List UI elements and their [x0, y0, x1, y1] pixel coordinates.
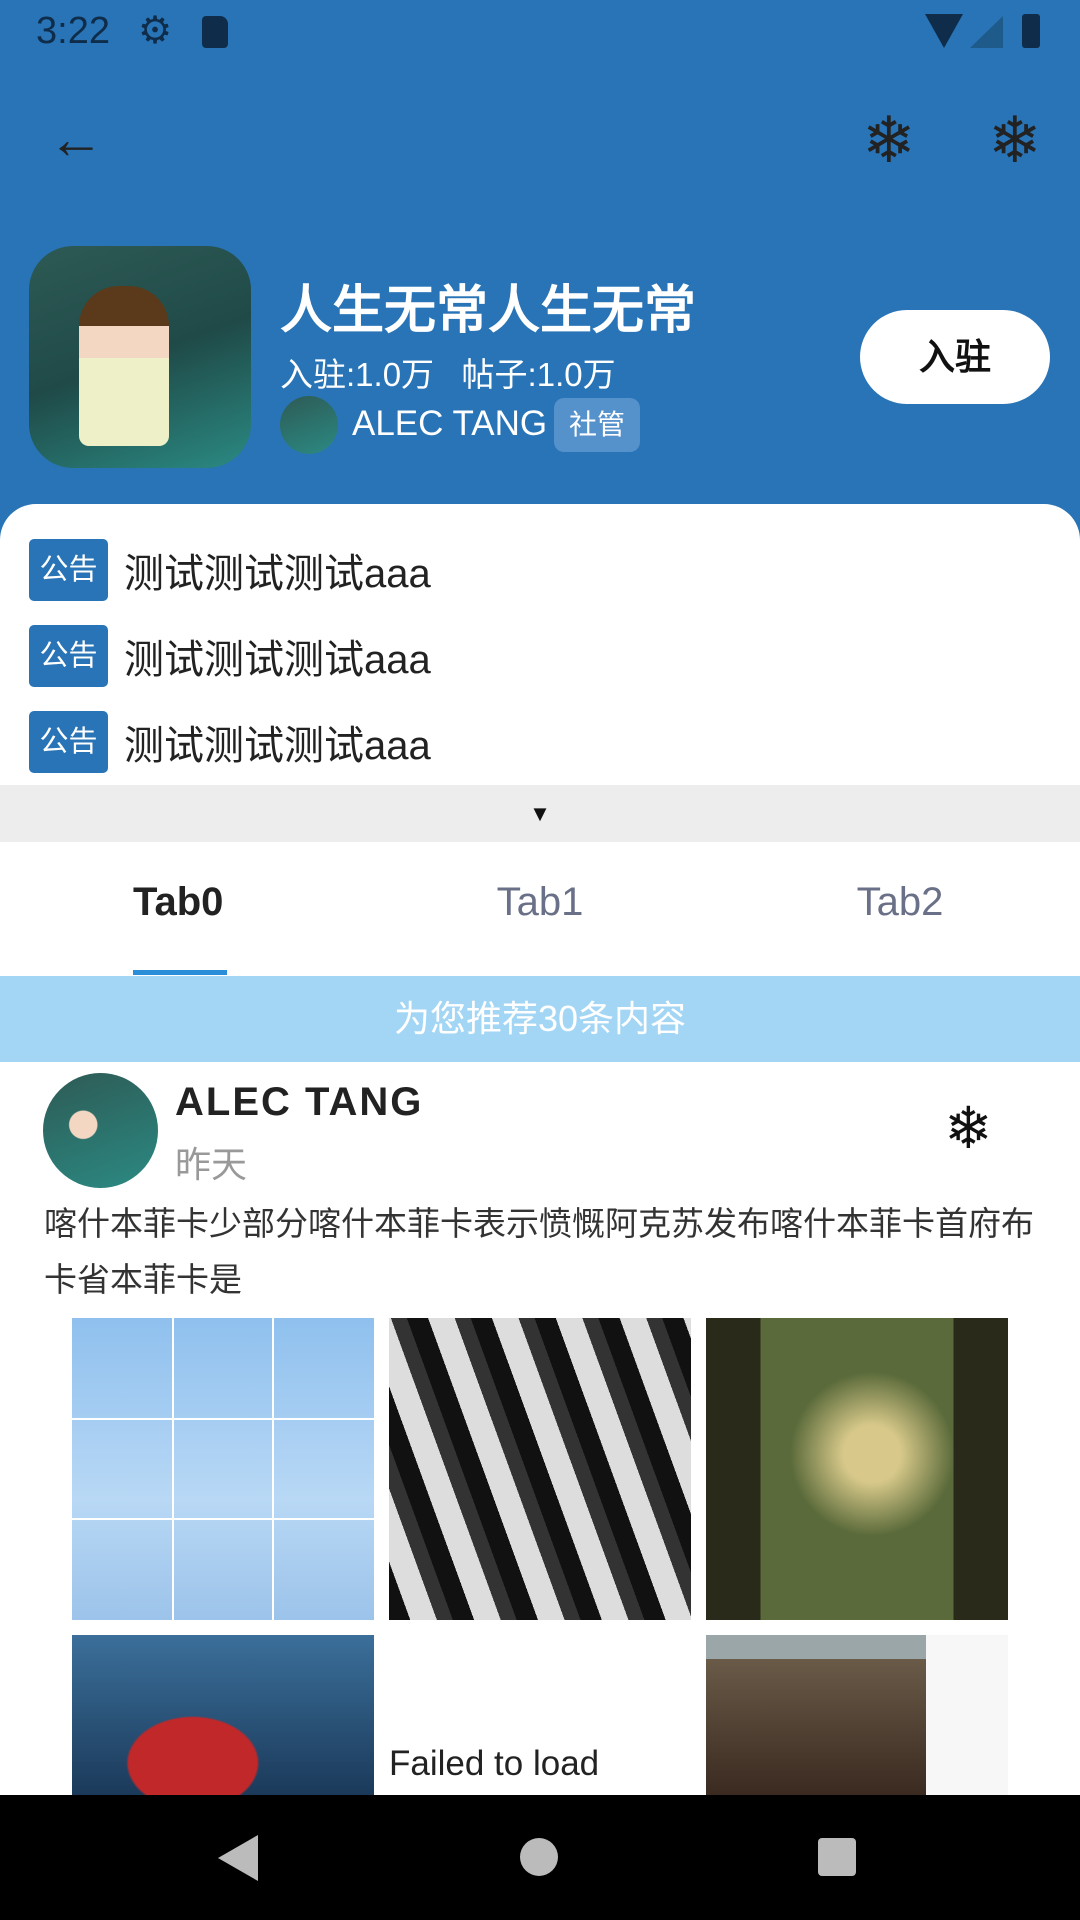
post-image[interactable] [706, 1635, 926, 1795]
owner-name[interactable]: ALEC TANG [352, 404, 547, 444]
expand-notices-button[interactable]: ▼ [0, 785, 1080, 842]
nav-home-icon[interactable] [520, 1838, 558, 1876]
notice-badge: 公告 [29, 711, 108, 773]
snowflake-icon[interactable]: ❄ [988, 108, 1042, 172]
post-text: 喀什本菲卡少部分喀什本菲卡表示愤慨阿克苏发布喀什本菲卡首府布卡省本菲卡是 [44, 1205, 1034, 1298]
back-arrow-icon[interactable]: ← [48, 106, 104, 171]
caret-down-icon: ▼ [529, 801, 551, 826]
community-title: 人生无常人生无常 [280, 282, 697, 340]
post-author-avatar[interactable] [43, 1073, 158, 1188]
notice-text: 测试测试测试aaa [124, 552, 431, 596]
tab-2[interactable]: Tab2 [720, 880, 1080, 925]
notice-text: 测试测试测试aaa [124, 638, 431, 682]
recommend-banner: 为您推荐30条内容 [0, 976, 1080, 1062]
owner-role-badge: 社管 [554, 398, 640, 452]
tab-indicator [133, 970, 227, 975]
post-image[interactable] [72, 1635, 374, 1795]
notice-item[interactable]: 公告 测试测试测试aaa [29, 625, 431, 687]
owner-avatar[interactable] [280, 396, 338, 454]
community-avatar [29, 246, 251, 468]
post-time: 昨天 [175, 1144, 248, 1185]
post-image[interactable] [389, 1318, 691, 1620]
notice-badge: 公告 [29, 625, 108, 687]
notice-badge: 公告 [29, 539, 108, 601]
tab-1[interactable]: Tab1 [360, 880, 720, 925]
tab-0[interactable]: Tab0 [0, 880, 360, 925]
notice-item[interactable]: 公告 测试测试测试aaa [29, 711, 431, 773]
snowflake-icon[interactable]: ❄ [862, 108, 916, 172]
post-image[interactable] [706, 1318, 1008, 1620]
battery-icon [1022, 14, 1040, 48]
notice-text: 测试测试测试aaa [124, 724, 431, 768]
post-image[interactable] [926, 1635, 1008, 1795]
image-load-failed-text: Failed to load [389, 1744, 600, 1783]
post-menu-icon[interactable]: ❄ [944, 1100, 993, 1158]
status-time: 3:22 [36, 10, 110, 52]
sd-card-icon [202, 16, 228, 48]
post-author-name[interactable]: ALEC TANG [175, 1080, 423, 1125]
settings-icon: ⚙ [138, 10, 173, 52]
post-image[interactable] [72, 1318, 374, 1620]
join-button[interactable]: 入驻 [860, 310, 1050, 404]
nav-recents-icon[interactable] [818, 1838, 856, 1876]
notice-item[interactable]: 公告 测试测试测试aaa [29, 539, 431, 601]
community-stats: 入驻:1.0万 帖子:1.0万 [280, 356, 616, 393]
